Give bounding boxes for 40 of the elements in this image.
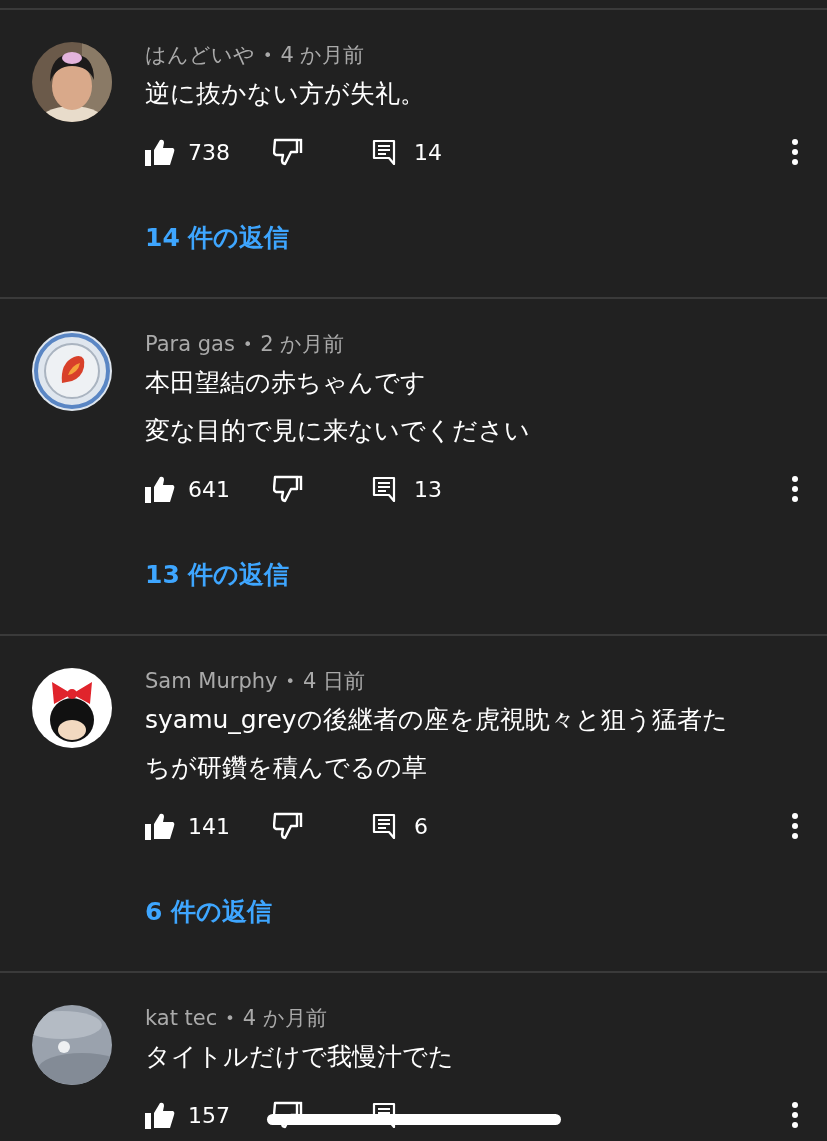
author-name[interactable]: Para gas xyxy=(145,332,235,356)
thumbs-up-icon[interactable] xyxy=(145,1101,175,1129)
thumbs-up-icon[interactable] xyxy=(145,475,175,503)
reply-count: 13 xyxy=(414,476,442,502)
replies-link[interactable]: 13 件の返信 xyxy=(145,557,290,591)
comment-text: syamu_greyの後継者の座を虎視眈々と狙う猛者た ちが研鑽を積んでるの草 xyxy=(145,704,729,784)
comment-text: 本田望結の赤ちゃんです 変な目的で見に来ないでください xyxy=(145,367,531,447)
comment-time: 4 か月前 xyxy=(280,42,365,69)
replies-link[interactable]: 6 件の返信 xyxy=(145,894,273,928)
separator-dot: • xyxy=(225,1008,235,1028)
author-name[interactable]: Sam Murphy xyxy=(145,669,278,693)
more-options-icon[interactable] xyxy=(791,1102,799,1128)
thumbs-down-icon[interactable] xyxy=(273,138,303,166)
comment-text: タイトルだけで我慢汁でた xyxy=(145,1041,455,1073)
thumbs-down-icon[interactable] xyxy=(273,812,303,840)
reply-count: 6 xyxy=(414,813,428,839)
comment-text: 逆に抜かない方が失礼。 xyxy=(145,78,426,110)
separator-dot: • xyxy=(285,671,295,691)
thumbs-up-icon[interactable] xyxy=(145,812,175,840)
thumbs-up-icon[interactable] xyxy=(145,138,175,166)
like-count: 738 xyxy=(188,139,230,165)
comment-time: 2 か月前 xyxy=(260,331,345,358)
like-count: 641 xyxy=(188,476,230,502)
comment-time: 4 か月前 xyxy=(242,1005,327,1032)
comment-icon[interactable] xyxy=(372,813,396,839)
like-count: 141 xyxy=(188,813,230,839)
comment-time: 4 日前 xyxy=(302,668,365,695)
reply-count: 14 xyxy=(414,139,442,165)
separator-dot: • xyxy=(242,334,253,354)
separator-dot: • xyxy=(263,45,273,65)
like-count: 157 xyxy=(188,1102,230,1128)
replies-link[interactable]: 14 件の返信 xyxy=(145,220,290,254)
comment-icon[interactable] xyxy=(372,476,396,502)
author-name[interactable]: はんどいや xyxy=(145,41,255,69)
thumbs-down-icon[interactable] xyxy=(273,475,303,503)
more-options-icon[interactable] xyxy=(791,139,799,165)
more-options-icon[interactable] xyxy=(791,813,799,839)
author-name[interactable]: kat tec xyxy=(145,1006,218,1030)
comment-icon[interactable] xyxy=(372,139,396,165)
more-options-icon[interactable] xyxy=(791,476,799,502)
